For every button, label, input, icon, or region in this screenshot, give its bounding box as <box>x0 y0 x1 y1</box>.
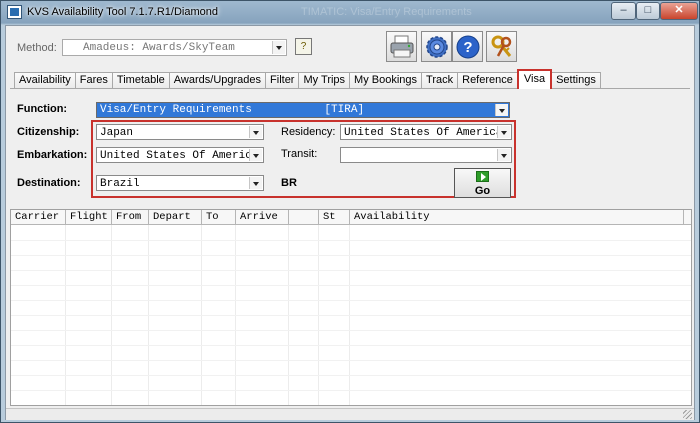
tab-track[interactable]: Track <box>421 72 459 89</box>
keys-icon <box>491 35 512 57</box>
results-grid[interactable]: Carrier Flight From Depart To Arrive St Availab… <box>10 209 692 406</box>
column-header[interactable]: Carrier <box>11 210 66 225</box>
tab-strip: Availability Fares Timetable Awards/Upgrade… <box>14 69 601 89</box>
tab-visa[interactable]: Visa <box>516 69 553 89</box>
settings-button[interactable] <box>421 31 452 62</box>
chevron-down-icon[interactable] <box>497 149 510 161</box>
tab-timetable[interactable]: Timetable <box>111 72 170 89</box>
chevron-down-icon[interactable] <box>497 126 510 138</box>
print-button[interactable] <box>386 31 417 62</box>
chevron-down-icon[interactable] <box>495 104 508 116</box>
app-icon <box>7 5 22 19</box>
destination-code: BR <box>281 177 297 189</box>
citizenship-label: Citizenship: <box>17 126 80 138</box>
minimize-button[interactable]: – <box>611 2 636 20</box>
chevron-down-icon[interactable] <box>249 177 262 189</box>
embarkation-select[interactable]: United States Of America <box>96 147 264 163</box>
tab-filter[interactable]: Filter <box>265 72 300 89</box>
residency-select[interactable]: United States Of America <box>340 124 512 140</box>
citizenship-select[interactable]: Japan <box>96 124 264 140</box>
tab-divider <box>10 88 690 89</box>
method-info-button[interactable]: ? <box>295 38 312 55</box>
method-value: Amadeus: Awards/SkyTeam <box>83 42 235 54</box>
background-window-title: TIMATIC: Visa/Entry Requirements <box>301 6 472 18</box>
app-window: KVS Availability Tool 7.1.7.R1/Diamond T… <box>0 0 700 423</box>
arrow-right-icon <box>476 171 489 182</box>
function-value: Visa/Entry Requirements [TIRA] <box>100 104 365 116</box>
embarkation-value: United States Of America <box>100 150 259 162</box>
row-divider <box>11 285 691 286</box>
destination-value: Brazil <box>100 178 140 190</box>
tab-settings[interactable]: Settings <box>551 72 601 89</box>
function-label: Function: <box>17 103 68 115</box>
tab-my-bookings[interactable]: My Bookings <box>349 72 423 89</box>
row-divider <box>11 300 691 301</box>
row-divider <box>11 345 691 346</box>
destination-label: Destination: <box>17 177 81 189</box>
tab-reference[interactable]: Reference <box>457 72 518 89</box>
method-label: Method: <box>17 42 57 54</box>
embarkation-label: Embarkation: <box>17 149 88 161</box>
grid-header: Carrier Flight From Depart To Arrive St Availab… <box>11 210 691 225</box>
column-header[interactable]: From <box>112 210 149 225</box>
transit-select[interactable] <box>340 147 512 163</box>
tab-awards-upgrades[interactable]: Awards/Upgrades <box>168 72 267 89</box>
row-divider <box>11 270 691 271</box>
function-select[interactable]: Visa/Entry Requirements [TIRA] <box>96 102 510 118</box>
title-bar[interactable]: KVS Availability Tool 7.1.7.R1/Diamond T… <box>1 1 699 25</box>
row-divider <box>11 315 691 316</box>
row-divider <box>11 375 691 376</box>
client-area: Method: Amadeus: Awards/SkyTeam ? ? Avai… <box>5 25 695 420</box>
column-header[interactable]: Depart <box>149 210 202 225</box>
row-divider <box>11 240 691 241</box>
row-divider <box>11 360 691 361</box>
residency-value: United States Of America <box>344 127 503 139</box>
chevron-down-icon[interactable] <box>249 126 262 138</box>
destination-select[interactable]: Brazil <box>96 175 264 191</box>
help-icon: ? <box>456 35 480 59</box>
gear-icon <box>426 36 448 58</box>
column-header[interactable]: To <box>202 210 236 225</box>
go-label: Go <box>474 185 491 197</box>
column-header[interactable]: Flight <box>66 210 112 225</box>
row-divider <box>11 390 691 391</box>
column-header[interactable]: Arrive <box>236 210 289 225</box>
close-button[interactable]: ✕ <box>660 2 698 20</box>
keys-button[interactable] <box>486 31 517 62</box>
row-divider <box>11 255 691 256</box>
window-title: KVS Availability Tool 7.1.7.R1/Diamond <box>27 6 218 18</box>
resize-grip-icon[interactable] <box>683 410 692 419</box>
column-header[interactable] <box>289 210 319 225</box>
transit-label: Transit: <box>281 148 318 160</box>
maximize-button[interactable]: □ <box>636 2 660 20</box>
status-bar <box>6 408 694 420</box>
go-button[interactable]: Go <box>454 168 511 198</box>
svg-text:?: ? <box>463 39 472 56</box>
chevron-down-icon[interactable] <box>249 149 262 161</box>
chevron-down-icon[interactable] <box>272 41 285 54</box>
tab-my-trips[interactable]: My Trips <box>298 72 351 89</box>
column-header[interactable]: Availability <box>350 210 684 225</box>
tab-fares[interactable]: Fares <box>74 72 113 89</box>
method-row: Method: Amadeus: Awards/SkyTeam ? ? <box>6 26 694 66</box>
tab-availability[interactable]: Availability <box>14 72 76 89</box>
method-select[interactable]: Amadeus: Awards/SkyTeam <box>62 39 287 56</box>
column-header[interactable]: St <box>319 210 350 225</box>
help-button[interactable]: ? <box>452 31 483 62</box>
row-divider <box>11 330 691 331</box>
residency-label: Residency: <box>281 126 336 138</box>
citizenship-value: Japan <box>100 127 134 139</box>
printer-icon <box>390 35 414 58</box>
